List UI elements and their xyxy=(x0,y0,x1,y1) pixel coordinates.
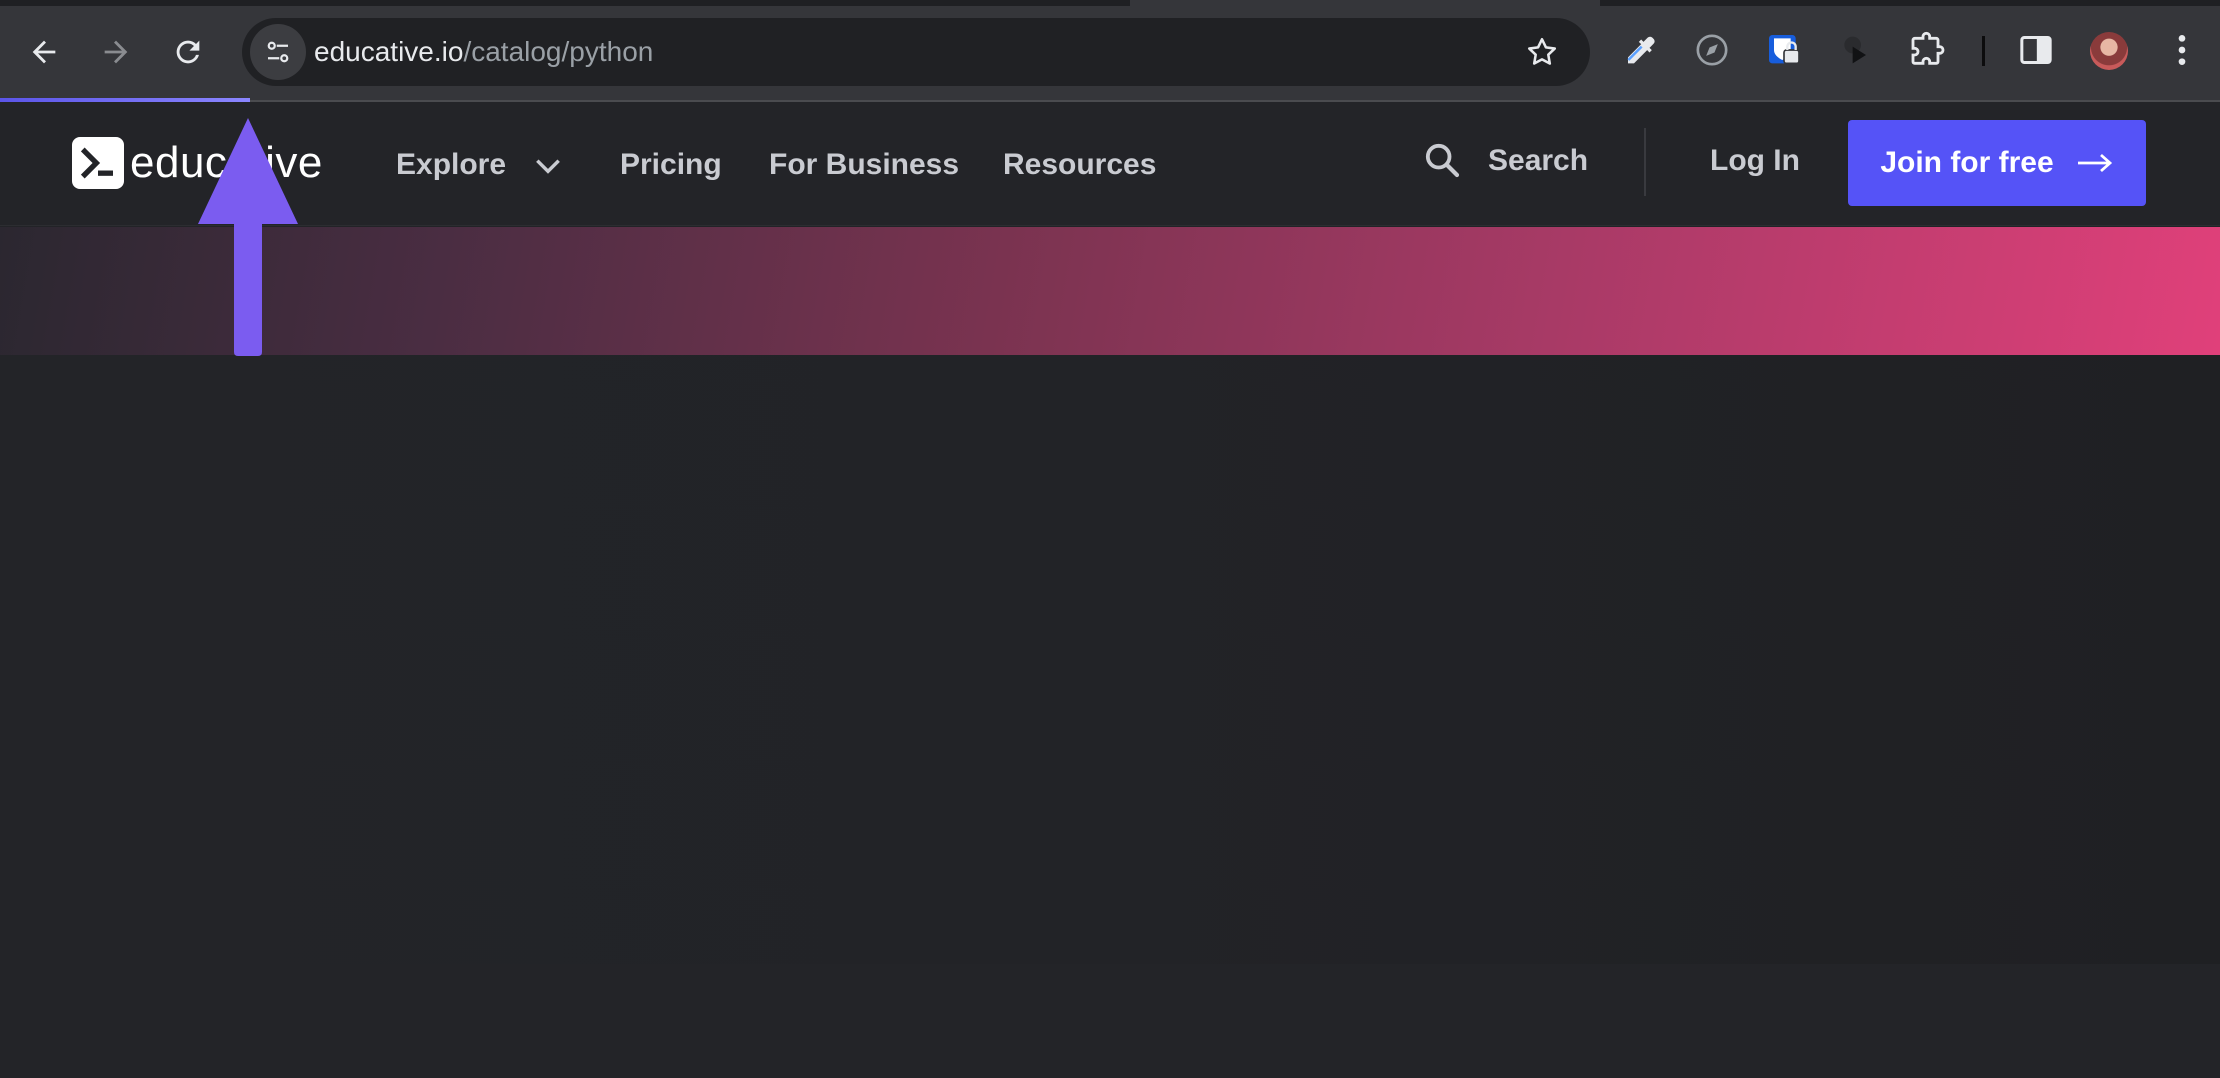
media-extension-button[interactable] xyxy=(1832,26,1880,74)
nav-explore[interactable]: Explore xyxy=(396,148,506,182)
side-panel-icon xyxy=(2020,36,2052,64)
search-icon[interactable] xyxy=(1422,140,1462,180)
nav-pricing[interactable]: Pricing xyxy=(620,148,722,182)
page-content-lower xyxy=(0,964,2220,1078)
arrow-right-icon xyxy=(2077,153,2112,173)
eyedropper-extension-button[interactable] xyxy=(1616,26,1664,74)
eyedropper-extension-icon xyxy=(1627,36,1655,64)
back-icon xyxy=(32,40,56,64)
site-info-icon xyxy=(267,41,289,63)
url-text[interactable]: educative.io/catalog/python xyxy=(314,18,653,86)
forward-button[interactable] xyxy=(86,22,146,82)
nav-for-business[interactable]: For Business xyxy=(769,148,959,182)
url-domain: educative.io xyxy=(314,36,464,67)
bookmark-star-icon xyxy=(1527,37,1557,65)
toolbar-separator xyxy=(1982,36,1985,66)
login-link[interactable]: Log In xyxy=(1710,144,1800,178)
annotation-arrow-icon xyxy=(198,118,298,356)
password-manager-extension-icon xyxy=(1769,35,1800,65)
browser-toolbar: educative.io/catalog/python xyxy=(0,0,2220,100)
logo-terminal-icon xyxy=(72,137,124,189)
header-divider xyxy=(1644,128,1646,196)
profile-avatar[interactable] xyxy=(2090,32,2128,70)
media-extension-icon xyxy=(1844,36,1866,64)
site-info-button[interactable] xyxy=(250,24,306,80)
reload-button[interactable] xyxy=(158,22,218,82)
forward-icon xyxy=(104,40,128,64)
more-menu-button[interactable] xyxy=(2158,26,2206,74)
bookmark-button[interactable] xyxy=(1522,32,1562,72)
extensions-puzzle-icon xyxy=(1911,32,1945,65)
screen: educative.io/catalog/python educative Ex… xyxy=(0,0,2220,1078)
url-path: /catalog/python xyxy=(463,36,654,67)
compass-extension-icon xyxy=(1696,34,1728,66)
more-menu-icon xyxy=(2178,35,2186,65)
hero-gradient-banner xyxy=(0,227,2220,355)
nav-resources[interactable]: Resources xyxy=(1003,148,1156,182)
reload-icon xyxy=(176,40,200,64)
extensions-button[interactable] xyxy=(1904,26,1952,74)
join-label: Join for free xyxy=(1880,146,2054,179)
password-manager-extension-button[interactable] xyxy=(1760,26,1808,74)
tab-strip-edge xyxy=(0,0,1130,6)
search-button[interactable]: Search xyxy=(1488,144,1588,178)
tab-strip-edge xyxy=(1600,0,2220,6)
join-for-free-button[interactable]: Join for free xyxy=(1848,120,2146,206)
address-bar[interactable]: educative.io/catalog/python xyxy=(242,18,1590,86)
chevron-down-icon[interactable] xyxy=(532,150,564,182)
back-button[interactable] xyxy=(14,22,74,82)
compass-extension-button[interactable] xyxy=(1688,26,1736,74)
side-panel-button[interactable] xyxy=(2012,26,2060,74)
